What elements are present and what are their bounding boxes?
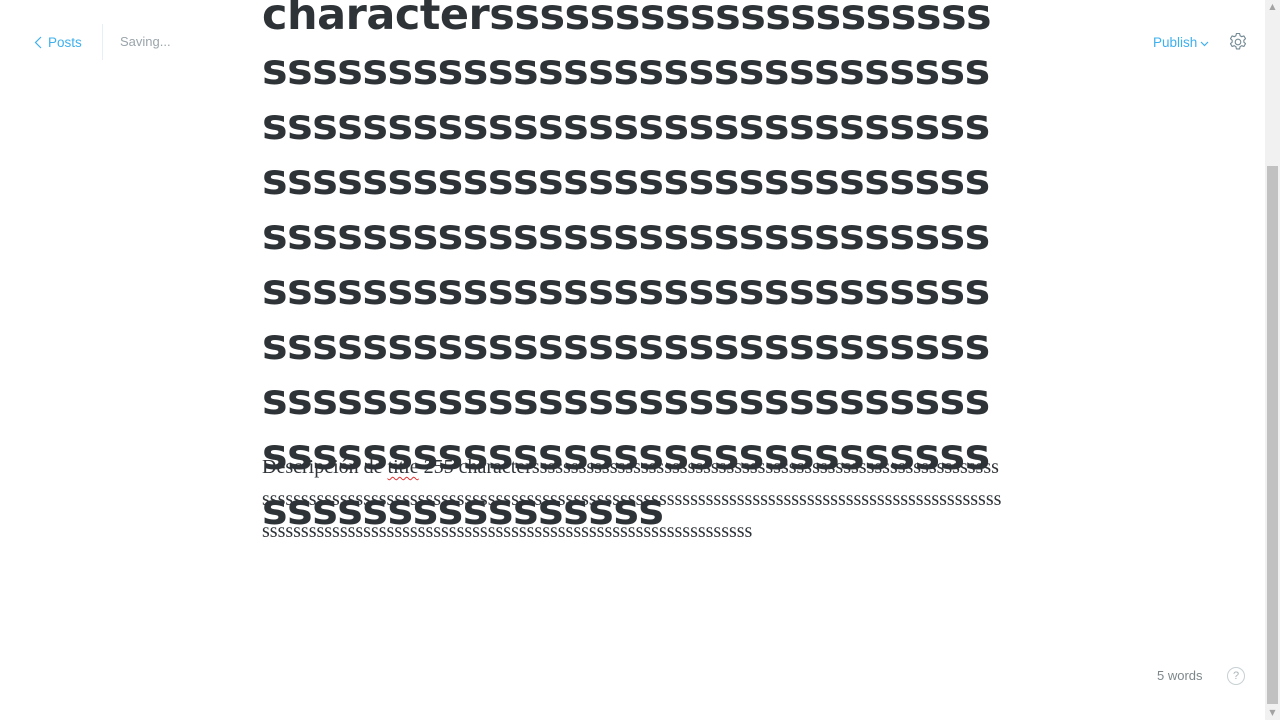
scroll-down-arrow-icon[interactable]: ▼ [1265,706,1280,720]
body-text-start: Descripción de [262,456,388,478]
gear-icon [1228,32,1248,56]
publish-label: Publish [1153,34,1198,50]
help-circle-icon: ? [1232,670,1240,682]
word-count: 5 words [1157,668,1203,683]
scrollbar-thumb[interactable] [1267,166,1278,704]
vertical-scrollbar[interactable]: ▲ ▼ [1265,0,1280,720]
chevron-left-icon [34,36,42,49]
back-to-posts-link[interactable]: Posts [34,32,82,52]
scroll-up-arrow-icon[interactable]: ▲ [1265,0,1280,14]
publish-menu-button[interactable]: Publish [1153,32,1209,52]
help-button[interactable]: ? [1227,667,1245,685]
misspelled-word: title [387,456,419,478]
editor-scroll-area[interactable]: charactersssssssssssssssssssssssssssssss… [0,0,1265,720]
back-link-label: Posts [48,34,82,50]
chevron-down-icon [1200,35,1209,50]
settings-button[interactable] [1228,32,1248,52]
post-body-editor[interactable]: Descripción de title 255 characterssssss… [262,451,1002,547]
